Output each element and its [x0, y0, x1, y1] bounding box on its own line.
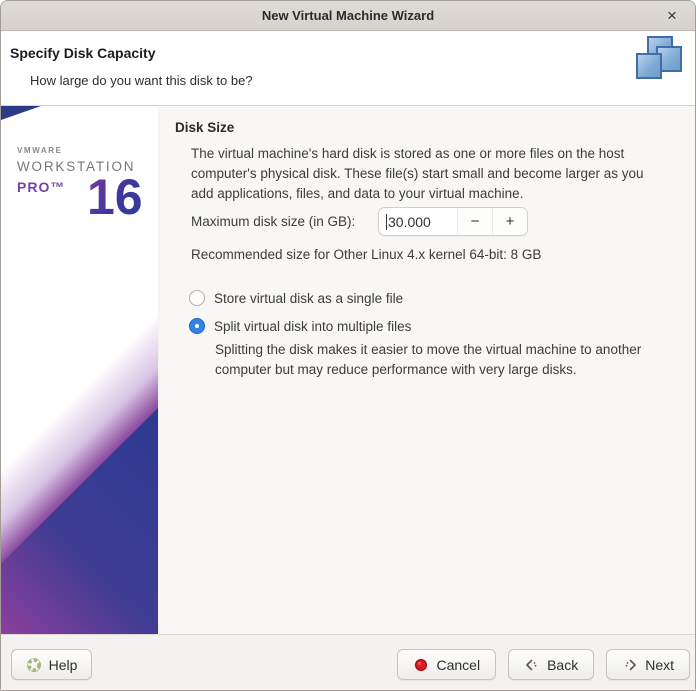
- radio-split-label: Split virtual disk into multiple files: [214, 318, 412, 334]
- wizard-nav-buttons: Cancel Back Next: [397, 649, 690, 680]
- help-button-label: Help: [48, 656, 78, 673]
- disk-size-spinbox: 30.000 − +: [378, 207, 528, 236]
- recommended-size-text: Recommended size for Other Linux 4.x ker…: [191, 247, 542, 262]
- radio-single-label: Store virtual disk as a single file: [214, 290, 404, 306]
- help-lifebuoy-icon: [26, 657, 42, 673]
- brand-version-text: 16: [87, 169, 143, 225]
- back-button-label: Back: [547, 656, 579, 673]
- radio-split-circle[interactable]: [189, 318, 205, 334]
- title-bar[interactable]: New Virtual Machine Wizard ×: [1, 1, 695, 31]
- wizard-window: New Virtual Machine Wizard × Specify Dis…: [0, 0, 696, 691]
- disk-size-heading: Disk Size: [175, 120, 235, 135]
- page-subtitle: How large do you want this disk to be?: [30, 73, 253, 88]
- close-icon[interactable]: ×: [659, 1, 685, 31]
- chevrons-left-icon: [524, 657, 540, 673]
- spin-decrement-button[interactable]: −: [457, 208, 492, 235]
- back-button[interactable]: Back: [508, 649, 595, 680]
- window-title: New Virtual Machine Wizard: [261, 8, 435, 23]
- cancel-button[interactable]: Cancel: [397, 649, 497, 680]
- brand-sidebar: VMWARE WORKSTATION PRO™ 16: [1, 106, 159, 634]
- spin-increment-button[interactable]: +: [492, 208, 527, 235]
- split-option-description: Splitting the disk makes it easier to mo…: [215, 342, 642, 377]
- multiple-files-icon: [629, 34, 687, 90]
- radio-single-file[interactable]: Store virtual disk as a single file: [189, 290, 403, 306]
- help-button[interactable]: Help: [11, 649, 92, 680]
- brand-vmware-text: VMWARE: [17, 146, 63, 155]
- wizard-header: Specify Disk Capacity How large do you w…: [1, 31, 695, 106]
- radio-split-files[interactable]: Split virtual disk into multiple files: [189, 318, 411, 334]
- chevrons-right-icon: [622, 657, 638, 673]
- file-square-front: [636, 53, 662, 79]
- button-bar: Help Cancel Back Next: [1, 634, 695, 690]
- disk-size-description: The virtual machine's hard disk is store…: [191, 146, 644, 201]
- next-button-label: Next: [645, 656, 674, 673]
- radio-single-circle[interactable]: [189, 290, 205, 306]
- page-title: Specify Disk Capacity: [10, 45, 156, 61]
- cancel-button-label: Cancel: [436, 656, 481, 673]
- vmware-logo: VMWARE WORKSTATION PRO™ 16: [17, 146, 147, 222]
- max-disk-size-label: Maximum disk size (in GB):: [191, 214, 356, 229]
- text-caret: [386, 213, 387, 230]
- disk-size-input[interactable]: 30.000: [379, 208, 457, 235]
- disk-size-value: 30.000: [388, 213, 431, 230]
- cancel-stop-icon: [413, 657, 429, 673]
- disk-capacity-panel: Disk Size The virtual machine's hard dis…: [159, 106, 695, 634]
- next-button[interactable]: Next: [606, 649, 690, 680]
